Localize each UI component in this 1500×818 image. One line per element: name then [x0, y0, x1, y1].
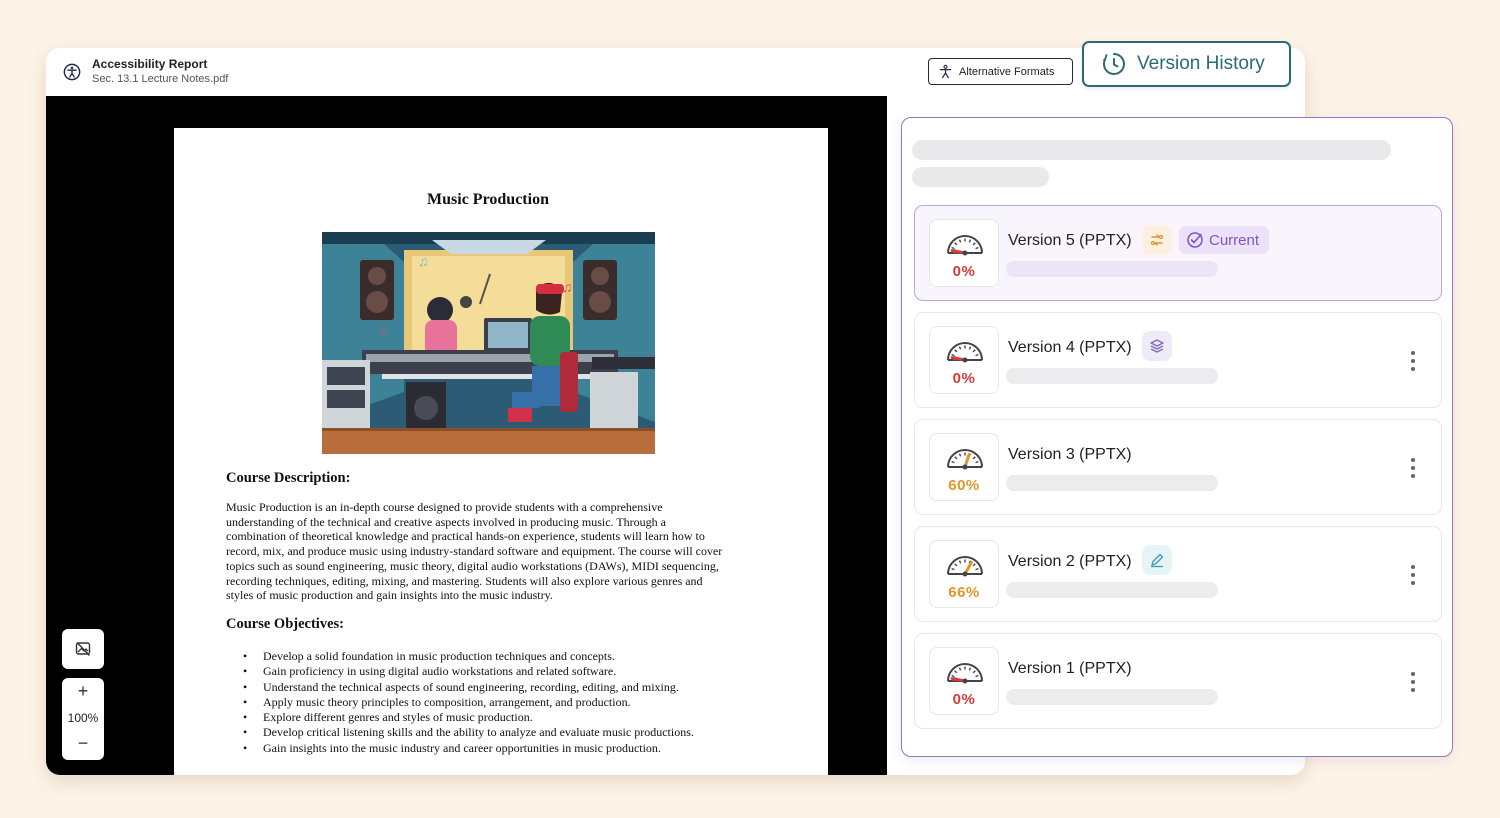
- version-card[interactable]: 66% Version 2 (PPTX): [914, 526, 1442, 622]
- accessibility-score-gauge: 66%: [929, 540, 999, 608]
- hide-images-button[interactable]: [62, 629, 104, 669]
- document-title: Music Production: [427, 191, 549, 208]
- accessibility-score-gauge: 60%: [929, 433, 999, 501]
- accessibility-person-icon: [939, 64, 952, 79]
- version-name: Version 1 (PPTX): [1008, 660, 1132, 677]
- description-line: record, mix, and produce music using ind…: [226, 544, 723, 559]
- loading-skeleton: [1006, 475, 1218, 491]
- version-history-button[interactable]: Version History: [1082, 41, 1291, 87]
- version-card[interactable]: 0% Version 4 (PPTX): [914, 312, 1442, 408]
- conversion-icon: [1142, 225, 1172, 255]
- description-line: Music Production is an in-depth course d…: [226, 500, 663, 514]
- score-label: 0%: [952, 691, 976, 708]
- current-badge-label: Current: [1209, 231, 1260, 249]
- version-history-label: Version History: [1137, 53, 1265, 74]
- accessibility-score-gauge: 0%: [929, 326, 999, 394]
- list-item: Understand the technical aspects of soun…: [226, 680, 786, 696]
- description-text: Music Production is an in-depth course d…: [226, 500, 761, 603]
- list-item: Develop a solid foundation in music prod…: [226, 649, 786, 665]
- gauge-icon: [947, 449, 983, 470]
- zoom-controls: + 100% −: [62, 678, 104, 760]
- list-item: Explore different genres and styles of m…: [226, 710, 786, 726]
- zoom-in-button[interactable]: +: [62, 681, 104, 702]
- document-viewer[interactable]: Music Production ♫ ♫ ♫ Course Descriptio…: [46, 96, 887, 775]
- version-name: Version 5 (PPTX): [1008, 232, 1132, 249]
- list-item: Gain insights into the music industry an…: [226, 741, 786, 757]
- description-line: recording techniques, editing, mixing, a…: [226, 573, 703, 588]
- file-name: Sec. 13.1 Lecture Notes.pdf: [92, 73, 229, 85]
- version-name: Version 3 (PPTX): [1008, 446, 1132, 463]
- gauge-icon: [947, 556, 983, 577]
- image-off-icon: [75, 642, 91, 656]
- gauge-icon: [947, 235, 983, 256]
- list-item: Develop critical listening skills and th…: [226, 725, 786, 741]
- more-options-icon[interactable]: [1405, 670, 1421, 694]
- objectives-list: Develop a solid foundation in music prod…: [226, 649, 786, 756]
- svg-text:♫: ♫: [562, 281, 573, 296]
- svg-text:♫: ♫: [418, 255, 429, 270]
- score-label: 0%: [952, 263, 976, 280]
- description-line: topics such as sound engineering, music …: [226, 558, 719, 573]
- description-line: combination of theoretical knowledge and…: [226, 529, 705, 544]
- document-page: Music Production ♫ ♫ ♫ Course Descriptio…: [174, 128, 828, 775]
- version-card[interactable]: 0% Version 1 (PPTX): [914, 633, 1442, 729]
- score-label: 60%: [948, 477, 980, 494]
- score-label: 0%: [952, 370, 976, 387]
- version-card[interactable]: 60% Version 3 (PPTX): [914, 419, 1442, 515]
- accessibility-score-gauge: 0%: [929, 219, 999, 287]
- zoom-level: 100%: [67, 711, 99, 725]
- description-line: understanding of the technical and creat…: [226, 514, 666, 529]
- loading-skeleton: [1006, 689, 1218, 705]
- more-options-icon[interactable]: [1405, 456, 1421, 480]
- app-title: Accessibility Report: [92, 57, 208, 71]
- more-options-icon[interactable]: [1405, 349, 1421, 373]
- svg-text:♫: ♫: [378, 323, 387, 337]
- objectives-heading: Course Objectives:: [226, 616, 344, 632]
- gauge-icon: [947, 342, 983, 363]
- list-item: Apply music theory principles to composi…: [226, 695, 786, 711]
- accessibility-icon: [63, 63, 81, 81]
- history-clock-icon: [1102, 53, 1125, 75]
- version-card[interactable]: 0% Version 5 (PPTX) Current: [914, 205, 1442, 301]
- zoom-out-button[interactable]: −: [62, 733, 104, 754]
- more-options-icon[interactable]: [1405, 563, 1421, 587]
- accessibility-score-gauge: 0%: [929, 647, 999, 715]
- edit-icon: [1142, 545, 1172, 575]
- version-name: Version 4 (PPTX): [1008, 339, 1132, 356]
- gauge-icon: [947, 663, 983, 684]
- version-name: Version 2 (PPTX): [1008, 553, 1132, 570]
- loading-skeleton: [1006, 582, 1218, 598]
- alternative-formats-label: Alternative Formats: [959, 65, 1055, 78]
- studio-illustration: ♫ ♫ ♫: [322, 232, 655, 454]
- score-label: 66%: [948, 584, 980, 601]
- alternative-formats-button[interactable]: Alternative Formats: [928, 58, 1073, 85]
- list-item: Gain proficiency in using digital audio …: [226, 664, 786, 680]
- loading-skeleton: [912, 140, 1391, 160]
- description-line: styles of music production and gain insi…: [226, 588, 553, 603]
- loading-skeleton: [912, 167, 1049, 187]
- loading-skeleton: [1006, 261, 1218, 277]
- check-circle-icon: [1187, 232, 1203, 248]
- version-history-panel: 0% Version 5 (PPTX) Current 0% Version 4 (PP…: [901, 117, 1453, 757]
- description-heading: Course Description:: [226, 470, 351, 486]
- loading-skeleton: [1006, 368, 1218, 384]
- layers-icon: [1142, 331, 1172, 361]
- current-badge: Current: [1179, 226, 1270, 254]
